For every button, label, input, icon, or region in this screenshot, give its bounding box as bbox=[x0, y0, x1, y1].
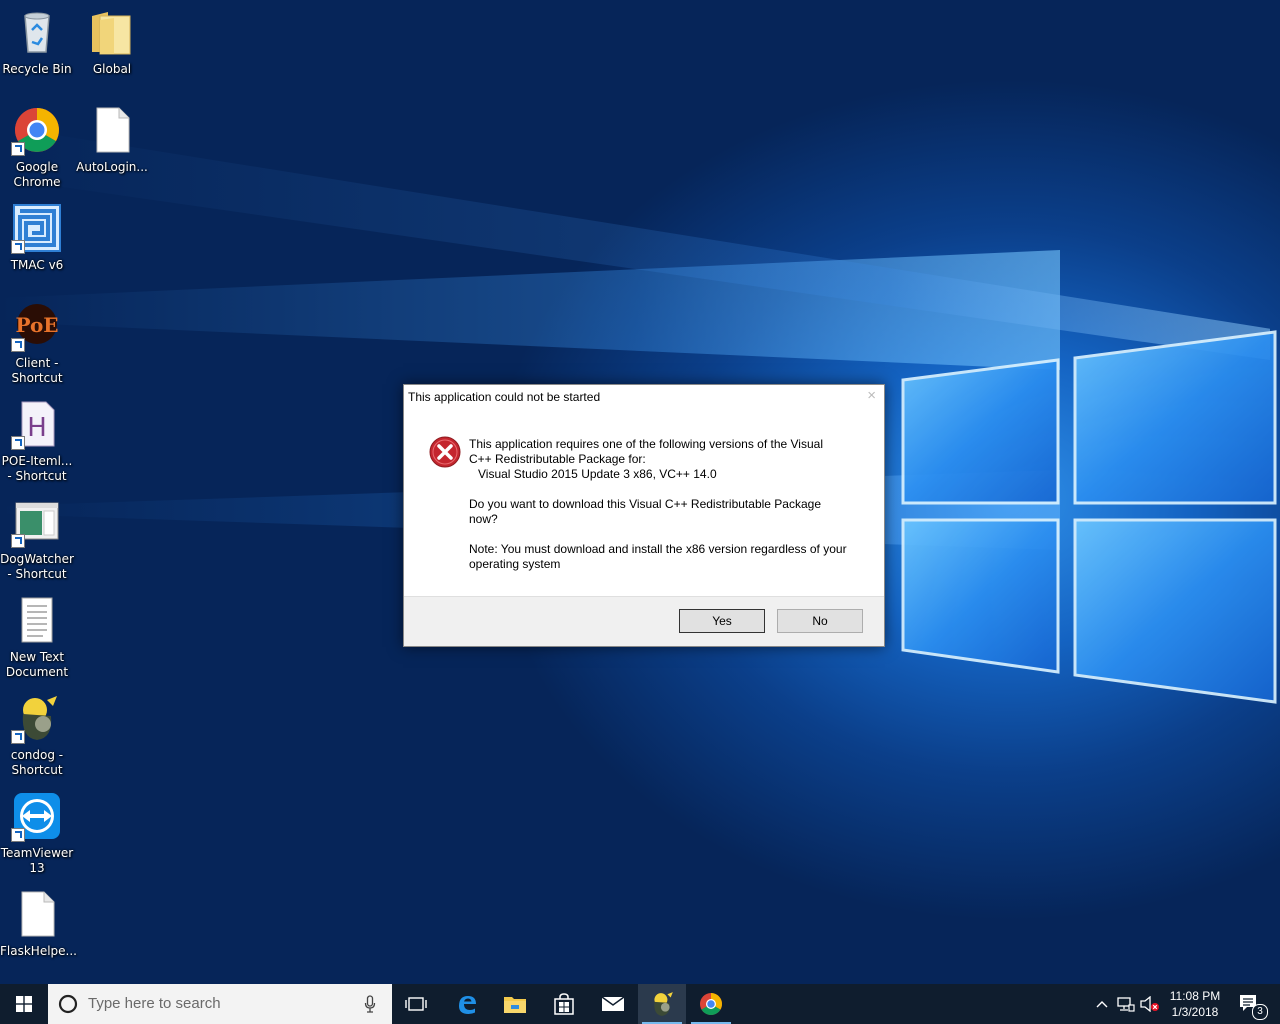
microphone-icon[interactable] bbox=[364, 995, 376, 1013]
message-line: Do you want to download this Visual C++ … bbox=[469, 497, 821, 526]
message-line: Note: You must download and install the … bbox=[469, 542, 847, 571]
desktop-icon-poe-itemlevel[interactable]: H POE-Iteml... - Shortcut bbox=[0, 400, 74, 484]
desktop-icon-recycle-bin[interactable]: Recycle Bin bbox=[0, 8, 74, 77]
error-dialog: This application could not be started × … bbox=[403, 384, 885, 647]
volume-muted-icon bbox=[1140, 996, 1159, 1012]
desktop-icon-tmac[interactable]: TMAC v6 bbox=[0, 204, 74, 273]
html-file-icon: H bbox=[11, 400, 61, 450]
teamviewer-icon bbox=[11, 792, 61, 842]
desktop-icon-flaskhelper[interactable]: FlaskHelpe... bbox=[0, 890, 77, 959]
volume-tray-button[interactable] bbox=[1138, 984, 1162, 1024]
maze-icon bbox=[11, 204, 61, 254]
desktop-icon-label: TMAC v6 bbox=[10, 258, 64, 272]
desktop-icon-teamviewer[interactable]: TeamViewer 13 bbox=[0, 792, 74, 876]
dialog-button-bar: Yes No bbox=[404, 596, 884, 646]
clock-date: 1/3/2018 bbox=[1171, 1005, 1219, 1019]
desktop-icon-label: condog - Shortcut bbox=[10, 748, 64, 777]
search-placeholder: Type here to search bbox=[88, 995, 221, 1012]
desktop-icon-poe-client[interactable]: PoE Client - Shortcut bbox=[0, 302, 74, 386]
poe-logo-text: PoE bbox=[15, 313, 58, 337]
shortcut-arrow-icon bbox=[11, 730, 25, 744]
application-window-icon bbox=[11, 498, 61, 548]
show-hidden-icons-button[interactable] bbox=[1090, 984, 1114, 1024]
windows-logo-wallpaper bbox=[901, 330, 1277, 704]
chevron-up-icon bbox=[1096, 1001, 1108, 1008]
desktop-icon-label: Recycle Bin bbox=[2, 62, 72, 76]
desktop-icon-label: Global bbox=[92, 62, 132, 76]
close-icon[interactable]: × bbox=[867, 387, 876, 404]
desktop-icon-google-chrome[interactable]: Google Chrome bbox=[0, 106, 74, 190]
task-view-icon bbox=[405, 997, 427, 1011]
folder-icon bbox=[88, 8, 136, 56]
clock-time: 11:08 PM bbox=[1169, 989, 1221, 1003]
taskbar-condog-button[interactable] bbox=[638, 984, 686, 1024]
network-icon bbox=[1117, 997, 1135, 1012]
desktop-icon-dogwatcher[interactable]: DogWatcher - Shortcut bbox=[0, 498, 74, 582]
chrome-icon bbox=[11, 106, 61, 156]
desktop-icon-label: AutoLogin... bbox=[76, 160, 148, 174]
shortcut-arrow-icon bbox=[11, 240, 25, 254]
network-tray-button[interactable] bbox=[1114, 984, 1138, 1024]
dialog-message: This application requires one of the fol… bbox=[469, 437, 869, 587]
taskbar-store-button[interactable] bbox=[540, 984, 588, 1024]
shortcut-arrow-icon bbox=[11, 828, 25, 842]
yes-button[interactable]: Yes bbox=[679, 609, 765, 633]
file-icon bbox=[88, 106, 136, 154]
chrome-icon bbox=[700, 993, 722, 1015]
text-document-icon bbox=[13, 596, 61, 644]
notification-count-badge: 3 bbox=[1252, 1004, 1268, 1020]
clock[interactable]: 11:08 PM 1/3/2018 bbox=[1166, 988, 1224, 1020]
desktop-icon-label: FlaskHelpe... bbox=[0, 944, 77, 958]
taskbar: Type here to search 11:08 PM 1/3/2018 3 bbox=[0, 984, 1280, 1024]
poe-logo-icon: PoE bbox=[11, 302, 61, 352]
shortcut-arrow-icon bbox=[11, 436, 25, 450]
cortana-circle-icon bbox=[58, 994, 78, 1014]
dog-character-icon bbox=[654, 992, 673, 1016]
mail-icon bbox=[601, 996, 625, 1011]
store-icon bbox=[554, 993, 574, 1015]
taskbar-search-box[interactable]: Type here to search bbox=[48, 984, 392, 1024]
dog-character-icon bbox=[11, 694, 61, 744]
desktop-icon-label: Client - Shortcut bbox=[11, 356, 63, 385]
desktop-icon-label: New Text Document bbox=[5, 650, 69, 679]
folder-icon bbox=[504, 997, 526, 1013]
taskbar-mail-button[interactable] bbox=[589, 984, 637, 1024]
desktop-icon-autologin[interactable]: AutoLogin... bbox=[75, 106, 149, 175]
shortcut-arrow-icon bbox=[11, 338, 25, 352]
dialog-title: This application could not be started bbox=[408, 390, 601, 404]
file-icon bbox=[13, 890, 61, 938]
desktop-icon-new-text-document[interactable]: New Text Document bbox=[0, 596, 74, 680]
no-button[interactable]: No bbox=[777, 609, 863, 633]
action-center-button[interactable]: 3 bbox=[1230, 984, 1270, 1024]
shortcut-arrow-icon bbox=[11, 534, 25, 548]
task-view-button[interactable] bbox=[392, 984, 440, 1024]
desktop-icon-global[interactable]: Global bbox=[75, 8, 149, 77]
error-icon bbox=[429, 436, 461, 468]
desktop-icon-label: POE-Iteml... - Shortcut bbox=[1, 454, 73, 483]
taskbar-edge-button[interactable] bbox=[443, 984, 491, 1024]
html-file-letter: H bbox=[27, 413, 47, 443]
taskbar-chrome-button[interactable] bbox=[687, 984, 735, 1024]
edge-icon bbox=[459, 996, 476, 1014]
shortcut-arrow-icon bbox=[11, 142, 25, 156]
desktop-icon-label: Google Chrome bbox=[13, 160, 61, 189]
taskbar-file-explorer-button[interactable] bbox=[491, 984, 539, 1024]
windows-start-icon bbox=[16, 996, 32, 1012]
desktop-icon-label: TeamViewer 13 bbox=[0, 846, 74, 875]
message-line: This application requires one of the fol… bbox=[469, 437, 823, 466]
desktop-icon-condog[interactable]: condog - Shortcut bbox=[0, 694, 74, 778]
desktop: Recycle Bin Global Google Chrome AutoLog… bbox=[0, 0, 1280, 984]
message-line: Visual Studio 2015 Update 3 x86, VC++ 14… bbox=[478, 467, 717, 481]
recycle-bin-icon bbox=[13, 8, 61, 56]
desktop-icon-label: DogWatcher - Shortcut bbox=[0, 552, 74, 581]
start-button[interactable] bbox=[0, 984, 48, 1024]
